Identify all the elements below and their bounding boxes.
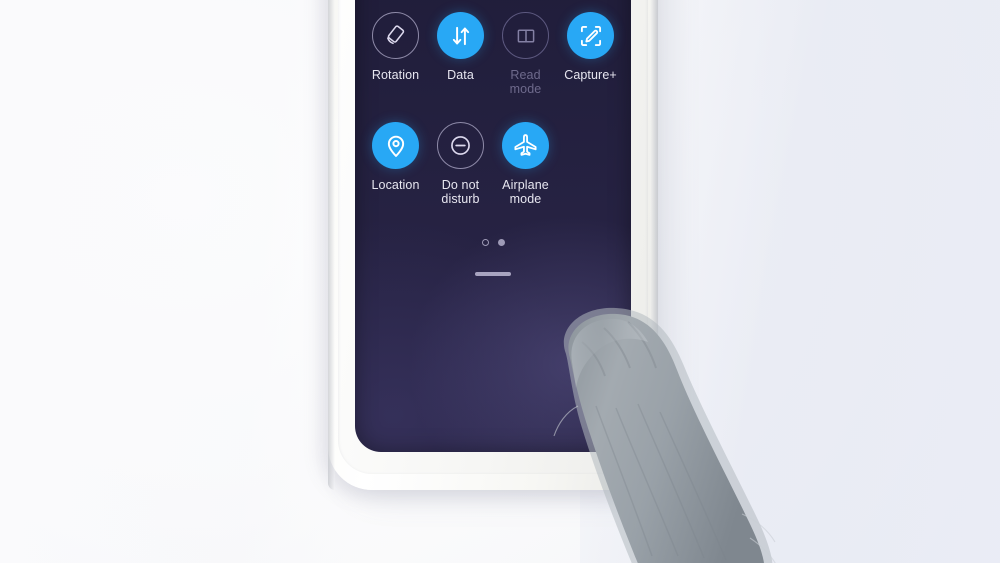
tile-label: Read mode [509,68,542,96]
tile-label: Do not disturb [441,178,480,206]
quick-settings-tile-grid: Wi-Fi Sound [363,0,623,206]
background-light-left [0,0,360,563]
page-indicator[interactable] [355,239,631,246]
tile-data[interactable]: Data [428,12,493,96]
page-dot-2[interactable] [497,239,505,246]
read-mode-icon [502,12,549,59]
rotation-icon [372,12,419,59]
tile-location[interactable]: Location [363,122,428,206]
tile-label: Capture+ [564,68,617,82]
page-dot-1[interactable] [481,239,489,246]
location-icon [372,122,419,169]
tile-label: Rotation [371,68,420,82]
airplane-mode-icon [502,122,549,169]
home-indicator-bar[interactable] [475,272,511,276]
data-icon [437,12,484,59]
phone-bezel: 8:09 Sun, October 27 [338,0,648,474]
do-not-disturb-icon [437,122,484,169]
tile-airplane-mode[interactable]: Airplane mode [493,122,558,206]
tile-label: Airplane mode [502,178,549,206]
tile-capture-plus[interactable]: Capture+ [558,12,623,96]
tile-rotation[interactable]: Rotation [363,12,428,96]
tile-label: Data [447,68,474,82]
phone-edge-right [650,0,658,490]
tile-label: Location [371,178,420,192]
tile-do-not-disturb[interactable]: Do not disturb [428,122,493,206]
phone-device: 8:09 Sun, October 27 [328,0,658,490]
scene-root: 8:09 Sun, October 27 [0,0,1000,563]
phone-screen[interactable]: 8:09 Sun, October 27 [355,0,631,452]
phone-edge-left [328,0,335,490]
tile-read-mode[interactable]: Read mode [493,12,558,96]
capture-plus-icon [567,12,614,59]
